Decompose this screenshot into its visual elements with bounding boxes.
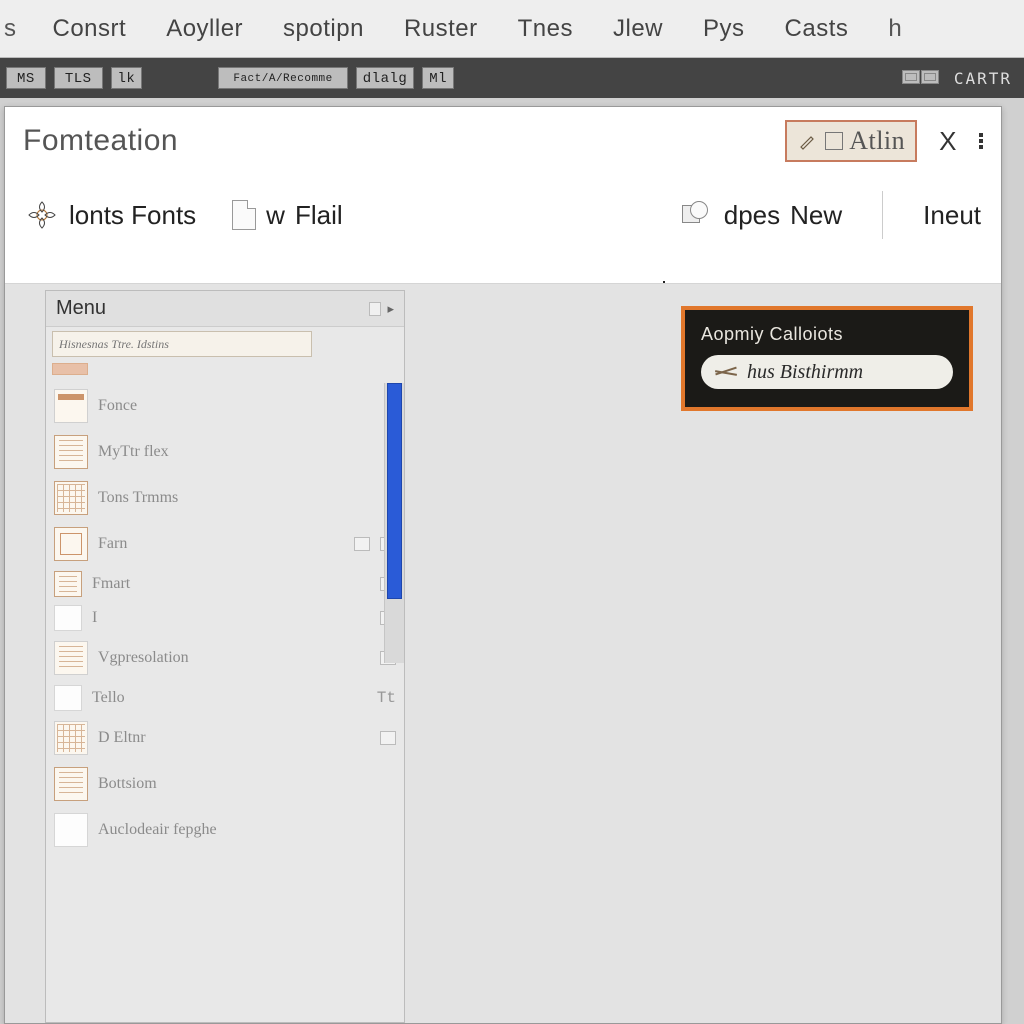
list-item[interactable]: Farn	[46, 521, 404, 567]
square-icon	[825, 132, 843, 150]
menubar-trailing: h	[878, 11, 912, 47]
pen-icon	[797, 130, 819, 152]
toolbar-lk-button[interactable]: lk	[111, 67, 143, 89]
menu-pys[interactable]: Pys	[693, 11, 755, 47]
signature-icon	[715, 364, 737, 380]
panel-search-row	[46, 327, 404, 361]
list-item[interactable]: I	[46, 601, 404, 635]
scrollbar-thumb[interactable]	[387, 383, 402, 599]
menu-casts[interactable]: Casts	[775, 11, 859, 47]
template-thumb-icon	[54, 435, 88, 469]
toolbar-tls-button[interactable]: TLS	[54, 67, 103, 89]
list-item[interactable]: Tons Trmms	[46, 475, 404, 521]
ribbon-ineut-label: Ineut	[923, 200, 981, 231]
ribbon-group-flail[interactable]: w Flail	[232, 200, 342, 231]
list-item-label: Bottsiom	[98, 775, 396, 793]
menubar-leading: s	[4, 11, 23, 47]
toolbar-ml-button[interactable]: Ml	[422, 67, 454, 89]
toolbar-ms-button[interactable]: MS	[6, 67, 46, 89]
color-swatch[interactable]	[52, 363, 88, 375]
layout-icons[interactable]	[902, 70, 940, 87]
menu-panel: Menu ▸ Fonce MyTtr	[45, 290, 405, 1023]
more-icon[interactable]	[979, 133, 983, 149]
list-item-label: Fmart	[92, 575, 370, 593]
panel-arrow-icon[interactable]: ▸	[387, 301, 394, 317]
callout-text: hus Bisthirmm	[747, 361, 863, 384]
menu-tnes[interactable]: Tnes	[508, 11, 583, 47]
dark-toolbar: MS TLS lk Fact/A/Recomme dlalg Ml CARTR	[0, 58, 1024, 98]
dialog-title: Fomteation	[23, 124, 178, 158]
template-thumb-icon	[54, 641, 88, 675]
main-menubar: s Consrt Aoyller spotipn Ruster Tnes Jle…	[0, 0, 1024, 58]
toolbar-rec-button[interactable]: Fact/A/Recomme	[218, 67, 347, 89]
list-item-label: MyTtr flex	[98, 443, 396, 461]
ribbon-bar: lonts Fonts w Flail dpes New Ineut	[5, 175, 1001, 255]
list-item[interactable]: Vgpresolation	[46, 635, 404, 681]
list-item[interactable]: Fonce	[46, 383, 404, 429]
menu-panel-header: Menu ▸	[46, 291, 404, 327]
ribbon-separator	[882, 191, 883, 239]
menu-panel-title: Menu	[56, 297, 106, 320]
template-thumb-icon	[54, 685, 82, 711]
list-scrollbar[interactable]	[384, 383, 404, 663]
template-thumb-icon	[54, 605, 82, 631]
template-thumb-icon	[54, 721, 88, 755]
dialog-titlebar: Fomteation Atlin X	[5, 107, 1001, 175]
template-thumb-icon	[54, 813, 88, 847]
list-item[interactable]: MyTtr flex	[46, 429, 404, 475]
fonts-icon	[25, 198, 59, 232]
options-icon[interactable]	[354, 537, 370, 551]
workspace: Menu ▸ Fonce MyTtr	[5, 283, 1001, 1023]
list-item-label: Vgpresolation	[98, 649, 370, 667]
list-item[interactable]: Auclodeair fepghe	[46, 807, 404, 853]
list-item[interactable]: D Eltnr	[46, 715, 404, 761]
ribbon-group-shapes[interactable]: dpes New	[682, 200, 842, 231]
toolbar-cart-button[interactable]: CARTR	[948, 69, 1018, 88]
menu-ruster[interactable]: Ruster	[394, 11, 488, 47]
list-item[interactable]: Fmart	[46, 567, 404, 601]
template-thumb-icon	[54, 527, 88, 561]
menu-jlew[interactable]: Jlew	[603, 11, 673, 47]
list-item-label: Auclodeair fepghe	[98, 821, 396, 839]
dialog-window: Fomteation Atlin X lonts Fonts	[4, 106, 1002, 1024]
template-thumb-icon	[54, 767, 88, 801]
list-item[interactable]: Bottsiom	[46, 761, 404, 807]
list-item-label: I	[92, 609, 370, 627]
template-thumb-icon	[54, 571, 82, 597]
ribbon-new-label: New	[790, 200, 842, 231]
list-item-label: Tello	[92, 689, 367, 707]
list-item-label: Farn	[98, 535, 344, 553]
ribbon-group-ineut[interactable]: Ineut	[923, 200, 981, 231]
template-thumb-icon	[54, 481, 88, 515]
ribbon-w-label: w	[266, 200, 285, 231]
ribbon-flail-label: Flail	[295, 200, 343, 231]
ribbon-fonts-label: lonts Fonts	[69, 200, 196, 231]
menu-consrt[interactable]: Consrt	[43, 11, 137, 47]
close-button[interactable]: X	[933, 122, 963, 161]
panel-pin-icon[interactable]	[369, 302, 381, 316]
panel-header-controls[interactable]: ▸	[369, 301, 394, 317]
template-list: Fonce MyTtr flex Tons Trmms Farn	[46, 383, 404, 853]
list-item-label: D Eltnr	[98, 729, 370, 747]
template-thumb-icon	[54, 389, 88, 423]
list-item[interactable]: Tello Tt	[46, 681, 404, 715]
type-badge: Tt	[377, 689, 396, 707]
toolbar-dlg-button[interactable]: dlalg	[356, 67, 415, 89]
callout-pill[interactable]: hus Bisthirmm	[701, 355, 953, 389]
shapes-icon	[682, 201, 714, 229]
ribbon-dpes-label: dpes	[724, 200, 780, 231]
callout-title: Aopmiy Calloiots	[701, 324, 953, 345]
callout-card[interactable]: Aopmiy Calloiots hus Bisthirmm	[681, 306, 973, 411]
atlin-text: Atlin	[849, 126, 905, 156]
page-icon	[232, 200, 256, 230]
ribbon-group-fonts[interactable]: lonts Fonts	[25, 198, 196, 232]
list-item-label: Fonce	[98, 397, 396, 415]
list-item-label: Tons Trmms	[98, 489, 396, 507]
panel-search-input[interactable]	[52, 331, 312, 357]
atlin-field[interactable]: Atlin	[785, 120, 917, 162]
options-icon[interactable]	[380, 731, 396, 745]
menu-spotipn[interactable]: spotipn	[273, 11, 374, 47]
menu-aoyller[interactable]: Aoyller	[156, 11, 253, 47]
